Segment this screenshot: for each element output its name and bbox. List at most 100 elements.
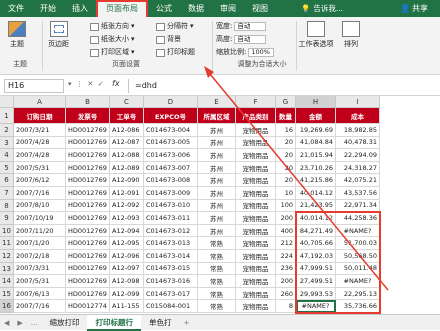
cell[interactable]: A12-092 bbox=[110, 199, 144, 213]
cell[interactable]: 2007/7/16 bbox=[14, 187, 66, 200]
header-cell[interactable]: EXPCO号 bbox=[144, 108, 198, 124]
column-header-e[interactable]: E bbox=[198, 96, 236, 108]
add-sheet-icon[interactable]: + bbox=[179, 319, 193, 327]
header-cell[interactable]: 数量 bbox=[276, 108, 296, 124]
cell[interactable]: C014673-006 bbox=[144, 149, 198, 162]
cell[interactable]: A11-155 bbox=[110, 300, 144, 313]
cell[interactable]: C014673-014 bbox=[144, 250, 198, 263]
cell[interactable]: 苏州 bbox=[198, 174, 236, 187]
column-header-g[interactable]: G bbox=[276, 96, 296, 108]
cell[interactable]: HD0012769 bbox=[66, 212, 110, 225]
cell[interactable]: HD0012769 bbox=[66, 275, 110, 288]
cell[interactable]: 2007/6/13 bbox=[14, 287, 66, 301]
cell[interactable]: 常熟 bbox=[198, 237, 236, 250]
cell[interactable]: 2007/3/31 bbox=[14, 262, 66, 276]
cell[interactable]: 43,537.56 bbox=[336, 187, 380, 200]
cell[interactable]: 400 bbox=[276, 224, 296, 238]
tab-7[interactable]: 视图 bbox=[244, 0, 276, 17]
row-header[interactable]: 14 bbox=[0, 275, 14, 288]
cell[interactable]: 224 bbox=[276, 250, 296, 263]
cell[interactable]: 宠物用品 bbox=[236, 275, 276, 288]
theme-button[interactable]: 主题 bbox=[8, 21, 26, 49]
cell[interactable]: A12-088 bbox=[110, 149, 144, 162]
cell[interactable]: 苏州 bbox=[198, 136, 236, 150]
cell[interactable]: 50,568.50 bbox=[336, 250, 380, 263]
spreadsheet-grid[interactable]: ABCDEFGHI 1 订购日期 发票号 工单号 EXPCO号 所属区域 产品类别 数量 金额成… bbox=[0, 96, 440, 314]
tab-0[interactable]: 文件 bbox=[0, 0, 32, 17]
cell[interactable]: 苏州 bbox=[198, 149, 236, 162]
header-cell[interactable]: 成本 bbox=[336, 108, 380, 124]
cell[interactable]: 苏州 bbox=[198, 199, 236, 213]
cell[interactable]: 40,705.66 bbox=[296, 237, 336, 250]
cell[interactable]: 宠物用品 bbox=[236, 199, 276, 213]
tab-5[interactable]: 数据 bbox=[180, 0, 212, 17]
header-cell[interactable]: 订购日期 bbox=[14, 108, 66, 124]
cell[interactable]: 47,192.03 bbox=[296, 250, 336, 263]
cell[interactable]: 23,710.26 bbox=[296, 161, 336, 175]
cell[interactable]: #NAME? bbox=[336, 275, 380, 288]
cell[interactable]: 常熟 bbox=[198, 250, 236, 263]
row-header[interactable]: 4 bbox=[0, 149, 14, 162]
cell[interactable]: 2007/8/10 bbox=[14, 199, 66, 213]
cell[interactable]: 50,011.48 bbox=[336, 262, 380, 276]
cell[interactable]: 常熟 bbox=[198, 287, 236, 301]
row-header[interactable]: 9 bbox=[0, 212, 14, 225]
row-header[interactable]: 5 bbox=[0, 161, 14, 175]
cell[interactable]: 10 bbox=[276, 187, 296, 200]
row-header[interactable]: 3 bbox=[0, 136, 14, 150]
cell[interactable]: 40,014.12 bbox=[296, 212, 336, 225]
cell[interactable]: 2007/1/20 bbox=[14, 237, 66, 250]
cell[interactable]: C014673-007 bbox=[144, 161, 198, 175]
cell[interactable]: A12-097 bbox=[110, 262, 144, 276]
cell[interactable]: 22,294.09 bbox=[336, 149, 380, 162]
cell[interactable]: 宠物用品 bbox=[236, 149, 276, 162]
cell[interactable]: HD0012769 bbox=[66, 174, 110, 187]
cell[interactable]: A12-095 bbox=[110, 237, 144, 250]
cell[interactable]: 100 bbox=[276, 199, 296, 213]
cell[interactable]: 苏州 bbox=[198, 187, 236, 200]
cell[interactable]: HD0012769 bbox=[66, 224, 110, 238]
sheet-tab-0[interactable]: 缩放打印 bbox=[41, 315, 87, 331]
cell[interactable]: 200 bbox=[276, 212, 296, 225]
tab-6[interactable]: 审阅 bbox=[212, 0, 244, 17]
prev-sheet-icon[interactable]: ◀ bbox=[0, 319, 13, 327]
row-header[interactable]: 10 bbox=[0, 224, 14, 238]
cell[interactable]: 常熟 bbox=[198, 275, 236, 288]
cell[interactable]: A12-093 bbox=[110, 212, 144, 225]
row-header[interactable]: 13 bbox=[0, 262, 14, 276]
height-select[interactable]: 自动 bbox=[234, 35, 267, 44]
tell-me-box[interactable]: 💡 告诉我... bbox=[301, 0, 343, 17]
arrange-button[interactable]: 排列 bbox=[338, 21, 364, 49]
cell[interactable]: 29,993.53 bbox=[296, 287, 336, 301]
cell[interactable]: HD0012769 bbox=[66, 262, 110, 276]
cell[interactable]: 44,258.36 bbox=[336, 212, 380, 225]
cell[interactable]: 21,015.94 bbox=[296, 149, 336, 162]
cell[interactable]: 2007/10/19 bbox=[14, 212, 66, 225]
cell[interactable]: 21,423.95 bbox=[296, 199, 336, 213]
row-header[interactable]: 6 bbox=[0, 174, 14, 187]
cell[interactable]: HD0012769 bbox=[66, 136, 110, 150]
cell[interactable]: 2007/3/21 bbox=[14, 124, 66, 137]
cell[interactable]: C015084-001 bbox=[144, 300, 198, 313]
cell[interactable]: A12-086 bbox=[110, 124, 144, 137]
cell[interactable]: A12-091 bbox=[110, 187, 144, 200]
cell[interactable]: 84,271.49 bbox=[296, 224, 336, 238]
cell[interactable]: 20 bbox=[276, 149, 296, 162]
cell[interactable]: A12-094 bbox=[110, 224, 144, 238]
cell[interactable]: 常熟 bbox=[198, 300, 236, 313]
cell[interactable]: 27,499.51 bbox=[296, 275, 336, 288]
row-header[interactable]: 1 bbox=[0, 108, 14, 124]
tab-2[interactable]: 插入 bbox=[64, 0, 96, 17]
cell[interactable]: 宠物用品 bbox=[236, 161, 276, 175]
row-header[interactable]: 12 bbox=[0, 250, 14, 263]
cell[interactable]: 宠物用品 bbox=[236, 237, 276, 250]
column-header-b[interactable]: B bbox=[66, 96, 110, 108]
cell[interactable]: HD0012769 bbox=[66, 124, 110, 137]
cell[interactable]: 宠物用品 bbox=[236, 262, 276, 276]
cell[interactable]: C014673-012 bbox=[144, 224, 198, 238]
cell[interactable]: 常熟 bbox=[198, 262, 236, 276]
cell[interactable]: 22,295.13 bbox=[336, 287, 380, 301]
cell[interactable]: 宠物用品 bbox=[236, 250, 276, 263]
share-button[interactable]: 👤 共享 bbox=[400, 0, 428, 17]
cell[interactable]: A12-099 bbox=[110, 287, 144, 301]
